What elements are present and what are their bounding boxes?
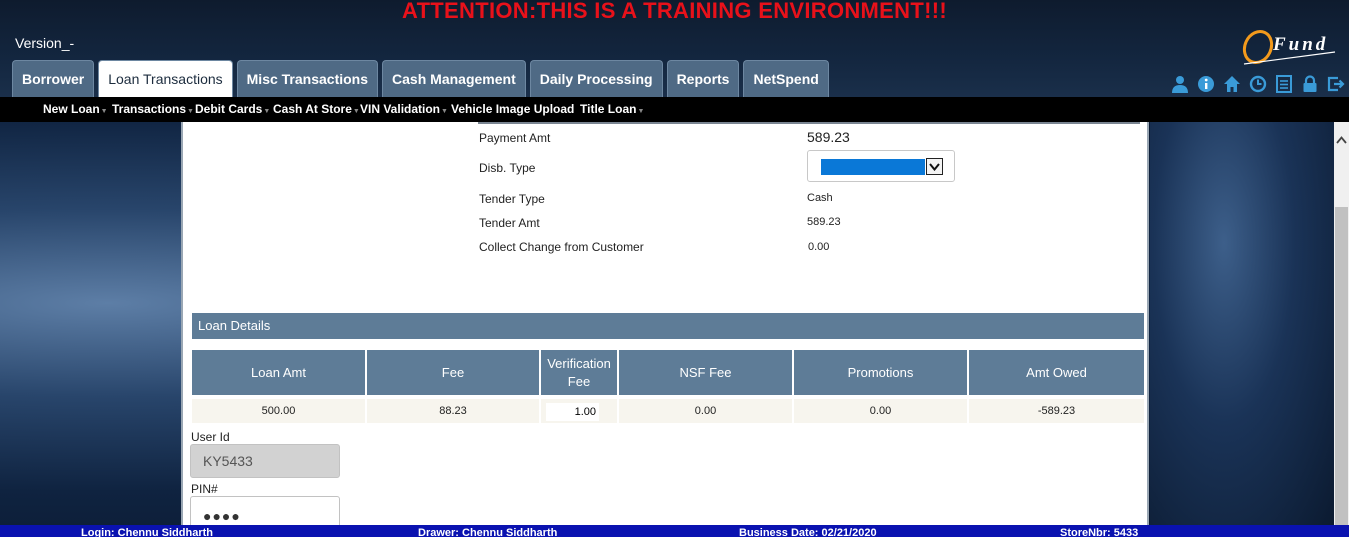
chevron-down-icon[interactable] bbox=[926, 158, 943, 175]
tender-amt-value: 589.23 bbox=[807, 216, 841, 228]
status-drawer: Drawer: Chennu Siddharth bbox=[418, 527, 558, 537]
header-icons bbox=[1170, 74, 1346, 94]
transaction-panel: Payment Amt 589.23 Disb. Type Tender Typ… bbox=[181, 122, 1149, 525]
submenu-cash-at-store[interactable]: Cash At Store▼ bbox=[273, 102, 360, 116]
pin-field[interactable]: ●●●● bbox=[190, 496, 340, 525]
col-header-loan-amt: Loan Amt bbox=[192, 350, 365, 395]
tender-amt-label: Tender Amt bbox=[479, 216, 540, 230]
caret-down-icon: ▼ bbox=[441, 108, 448, 115]
caret-down-icon: ▼ bbox=[100, 108, 108, 115]
col-header-verification-fee: Verification Fee bbox=[541, 350, 617, 395]
status-business-date: Business Date: 02/21/2020 bbox=[739, 527, 877, 537]
cell-promotions: 0.00 bbox=[794, 399, 967, 423]
scroll-up-icon[interactable] bbox=[1334, 132, 1349, 148]
caret-down-icon: ▼ bbox=[637, 108, 645, 115]
lock-icon[interactable] bbox=[1300, 74, 1320, 94]
col-header-fee: Fee bbox=[367, 350, 539, 395]
collect-change-value: 0.00 bbox=[808, 241, 830, 253]
home-icon[interactable] bbox=[1222, 74, 1242, 94]
caret-down-icon: ▼ bbox=[263, 108, 271, 115]
qfund-logo: Fund bbox=[1240, 26, 1340, 68]
caret-down-icon: ▼ bbox=[352, 108, 360, 115]
payment-amt-value: 589.23 bbox=[807, 129, 850, 145]
disb-type-select[interactable] bbox=[807, 150, 955, 182]
tender-type-value: Cash bbox=[807, 192, 833, 204]
version-label: Version_- bbox=[15, 35, 75, 51]
submenu-debit-cards[interactable]: Debit Cards▼ bbox=[195, 102, 270, 116]
col-header-promotions: Promotions bbox=[794, 350, 967, 395]
cell-fee: 88.23 bbox=[367, 399, 539, 423]
scrollbar-thumb[interactable] bbox=[1335, 207, 1348, 525]
submenu-new-loan[interactable]: New Loan▼ bbox=[43, 102, 108, 116]
app-header: ATTENTION:THIS IS A TRAINING ENVIRONMENT… bbox=[0, 0, 1349, 97]
verification-fee-input[interactable]: 1.00 bbox=[546, 403, 599, 421]
list-icon[interactable] bbox=[1274, 74, 1294, 94]
sub-menu-bar: New Loan▼ Transactions▼ Debit Cards▼ Cas… bbox=[0, 97, 1349, 122]
loan-details-header: Loan Details bbox=[192, 313, 1144, 339]
user-id-label: User Id bbox=[191, 430, 230, 444]
vertical-scrollbar[interactable] bbox=[1334, 122, 1349, 525]
info-icon[interactable] bbox=[1196, 74, 1216, 94]
submenu-title-loan[interactable]: Title Loan▼ bbox=[580, 102, 644, 116]
logo-text: Fund bbox=[1272, 34, 1328, 55]
payment-amt-label: Payment Amt bbox=[479, 131, 551, 145]
tab-netspend[interactable]: NetSpend bbox=[743, 60, 829, 97]
cell-amt-owed: -589.23 bbox=[969, 399, 1144, 423]
caret-down-icon: ▼ bbox=[187, 108, 194, 115]
logout-icon[interactable] bbox=[1326, 74, 1346, 94]
pin-label: PIN# bbox=[191, 482, 218, 496]
status-login: Login: Chennu Siddharth bbox=[81, 527, 213, 537]
main-tabs: Borrower Loan Transactions Misc Transact… bbox=[12, 60, 829, 97]
user-icon[interactable] bbox=[1170, 74, 1190, 94]
disb-type-selected-value bbox=[821, 159, 925, 175]
submenu-vehicle-image-upload[interactable]: Vehicle Image Upload bbox=[451, 102, 574, 116]
cell-loan-amt: 500.00 bbox=[192, 399, 365, 423]
page-background-right bbox=[1150, 122, 1335, 525]
tab-borrower[interactable]: Borrower bbox=[12, 60, 95, 97]
disb-type-label: Disb. Type bbox=[479, 161, 536, 175]
tender-type-label: Tender Type bbox=[479, 192, 545, 206]
col-header-amt-owed: Amt Owed bbox=[969, 350, 1144, 395]
tab-misc-transactions[interactable]: Misc Transactions bbox=[236, 60, 379, 97]
tab-daily-processing[interactable]: Daily Processing bbox=[529, 60, 663, 97]
status-bar: Login: Chennu Siddharth Drawer: Chennu S… bbox=[0, 525, 1349, 537]
submenu-vin-validation[interactable]: VIN Validation▼ bbox=[360, 102, 448, 116]
col-header-nsf-fee: NSF Fee bbox=[619, 350, 792, 395]
cell-nsf-fee: 0.00 bbox=[619, 399, 792, 423]
tab-reports[interactable]: Reports bbox=[666, 60, 740, 97]
clock-icon[interactable] bbox=[1248, 74, 1268, 94]
submenu-transactions[interactable]: Transactions▼ bbox=[112, 102, 194, 116]
collect-change-label: Collect Change from Customer bbox=[479, 240, 644, 254]
status-store-number: StoreNbr: 5433 bbox=[1060, 527, 1139, 537]
tab-loan-transactions[interactable]: Loan Transactions bbox=[98, 60, 233, 97]
user-id-field[interactable]: KY5433 bbox=[190, 444, 340, 478]
tab-cash-management[interactable]: Cash Management bbox=[382, 60, 526, 97]
training-banner: ATTENTION:THIS IS A TRAINING ENVIRONMENT… bbox=[402, 0, 947, 23]
divider bbox=[478, 122, 1140, 124]
